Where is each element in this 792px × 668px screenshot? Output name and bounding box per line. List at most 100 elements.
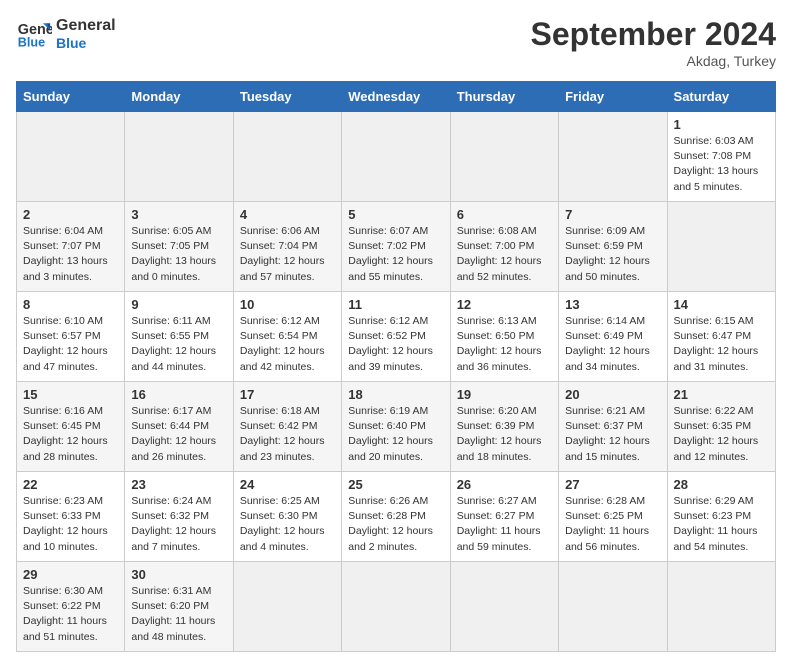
calendar-cell: 12 Sunrise: 6:13 AMSunset: 6:50 PMDayligh… [450, 292, 558, 382]
calendar-cell [450, 112, 558, 202]
calendar-cell: 13Sunrise: 6:14 AMSunset: 6:49 PMDayligh… [559, 292, 667, 382]
calendar-cell: 22Sunrise: 6:23 AMSunset: 6:33 PMDayligh… [17, 472, 125, 562]
calendar-cell: 25 Sunrise: 6:26 AMSunset: 6:28 PMDayligh… [342, 472, 450, 562]
day-number: 21 [674, 387, 769, 402]
day-number: 3 [131, 207, 226, 222]
calendar-cell: 16 Sunrise: 6:17 AMSunset: 6:44 PMDayligh… [125, 382, 233, 472]
day-info: Sunrise: 6:26 AMSunset: 6:28 PMDaylight:… [348, 494, 443, 555]
calendar-cell: 26 Sunrise: 6:27 AMSunset: 6:27 PMDayligh… [450, 472, 558, 562]
calendar-cell: 14 Sunrise: 6:15 AMSunset: 6:47 PMDayligh… [667, 292, 775, 382]
month-title: September 2024 [531, 16, 776, 53]
day-number: 14 [674, 297, 769, 312]
day-info: Sunrise: 6:05 AMSunset: 7:05 PMDaylight:… [131, 224, 226, 285]
day-number: 9 [131, 297, 226, 312]
day-info: Sunrise: 6:28 AMSunset: 6:25 PMDaylight:… [565, 494, 660, 555]
calendar-cell: 29 Sunrise: 6:30 AMSunset: 6:22 PMDayligh… [17, 562, 125, 652]
day-number: 26 [457, 477, 552, 492]
day-info: Sunrise: 6:12 AMSunset: 6:52 PMDaylight:… [348, 314, 443, 375]
day-number: 23 [131, 477, 226, 492]
week-row-5: 22Sunrise: 6:23 AMSunset: 6:33 PMDayligh… [17, 472, 776, 562]
title-area: September 2024 Akdag, Turkey [531, 16, 776, 69]
calendar-cell [559, 562, 667, 652]
day-number: 10 [240, 297, 335, 312]
calendar-cell [233, 112, 341, 202]
day-number: 11 [348, 297, 443, 312]
calendar-cell: 30 Sunrise: 6:31 AMSunset: 6:20 PMDayligh… [125, 562, 233, 652]
day-info: Sunrise: 6:06 AMSunset: 7:04 PMDaylight:… [240, 224, 335, 285]
svg-text:Blue: Blue [18, 36, 45, 50]
header: General Blue General Blue September 2024… [16, 16, 776, 69]
day-info: Sunrise: 6:17 AMSunset: 6:44 PMDaylight:… [131, 404, 226, 465]
day-number: 1 [674, 117, 769, 132]
calendar-cell: 1 Sunrise: 6:03 AMSunset: 7:08 PMDaylight… [667, 112, 775, 202]
week-row-4: 15 Sunrise: 6:16 AMSunset: 6:45 PMDayligh… [17, 382, 776, 472]
day-number: 25 [348, 477, 443, 492]
calendar-cell: 15 Sunrise: 6:16 AMSunset: 6:45 PMDayligh… [17, 382, 125, 472]
col-header-saturday: Saturday [667, 82, 775, 112]
day-number: 4 [240, 207, 335, 222]
day-info: Sunrise: 6:29 AMSunset: 6:23 PMDaylight:… [674, 494, 769, 555]
calendar-cell: 18 Sunrise: 6:19 AMSunset: 6:40 PMDayligh… [342, 382, 450, 472]
calendar-cell: 11 Sunrise: 6:12 AMSunset: 6:52 PMDayligh… [342, 292, 450, 382]
day-info: Sunrise: 6:09 AMSunset: 6:59 PMDaylight:… [565, 224, 660, 285]
week-row-3: 8 Sunrise: 6:10 AMSunset: 6:57 PMDaylight… [17, 292, 776, 382]
calendar-cell: 23 Sunrise: 6:24 AMSunset: 6:32 PMDayligh… [125, 472, 233, 562]
day-info: Sunrise: 6:18 AMSunset: 6:42 PMDaylight:… [240, 404, 335, 465]
day-number: 22 [23, 477, 118, 492]
logo-blue: Blue [56, 35, 116, 52]
day-number: 17 [240, 387, 335, 402]
day-info: Sunrise: 6:31 AMSunset: 6:20 PMDaylight:… [131, 584, 226, 645]
header-row: SundayMondayTuesdayWednesdayThursdayFrid… [17, 82, 776, 112]
day-number: 28 [674, 477, 769, 492]
day-info: Sunrise: 6:07 AMSunset: 7:02 PMDaylight:… [348, 224, 443, 285]
logo: General Blue General Blue [16, 16, 116, 52]
day-info: Sunrise: 6:21 AMSunset: 6:37 PMDaylight:… [565, 404, 660, 465]
col-header-tuesday: Tuesday [233, 82, 341, 112]
day-number: 30 [131, 567, 226, 582]
day-number: 2 [23, 207, 118, 222]
week-row-6: 29 Sunrise: 6:30 AMSunset: 6:22 PMDayligh… [17, 562, 776, 652]
day-number: 8 [23, 297, 118, 312]
day-number: 18 [348, 387, 443, 402]
day-info: Sunrise: 6:04 AMSunset: 7:07 PMDaylight:… [23, 224, 118, 285]
day-info: Sunrise: 6:16 AMSunset: 6:45 PMDaylight:… [23, 404, 118, 465]
col-header-monday: Monday [125, 82, 233, 112]
calendar-cell: 2 Sunrise: 6:04 AMSunset: 7:07 PMDaylight… [17, 202, 125, 292]
calendar-cell: 28 Sunrise: 6:29 AMSunset: 6:23 PMDayligh… [667, 472, 775, 562]
day-info: Sunrise: 6:10 AMSunset: 6:57 PMDaylight:… [23, 314, 118, 375]
location: Akdag, Turkey [531, 53, 776, 69]
calendar-table: SundayMondayTuesdayWednesdayThursdayFrid… [16, 81, 776, 652]
day-info: Sunrise: 6:15 AMSunset: 6:47 PMDaylight:… [674, 314, 769, 375]
calendar-cell [450, 562, 558, 652]
calendar-cell: 4 Sunrise: 6:06 AMSunset: 7:04 PMDaylight… [233, 202, 341, 292]
calendar-cell: 27Sunrise: 6:28 AMSunset: 6:25 PMDayligh… [559, 472, 667, 562]
calendar-cell [667, 202, 775, 292]
day-number: 29 [23, 567, 118, 582]
col-header-wednesday: Wednesday [342, 82, 450, 112]
day-info: Sunrise: 6:19 AMSunset: 6:40 PMDaylight:… [348, 404, 443, 465]
day-info: Sunrise: 6:20 AMSunset: 6:39 PMDaylight:… [457, 404, 552, 465]
day-number: 16 [131, 387, 226, 402]
calendar-cell: 24 Sunrise: 6:25 AMSunset: 6:30 PMDayligh… [233, 472, 341, 562]
day-info: Sunrise: 6:24 AMSunset: 6:32 PMDaylight:… [131, 494, 226, 555]
day-info: Sunrise: 6:12 AMSunset: 6:54 PMDaylight:… [240, 314, 335, 375]
calendar-cell [342, 562, 450, 652]
calendar-cell: 8 Sunrise: 6:10 AMSunset: 6:57 PMDaylight… [17, 292, 125, 382]
day-info: Sunrise: 6:08 AMSunset: 7:00 PMDaylight:… [457, 224, 552, 285]
col-header-thursday: Thursday [450, 82, 558, 112]
day-info: Sunrise: 6:13 AMSunset: 6:50 PMDaylight:… [457, 314, 552, 375]
calendar-cell: 19 Sunrise: 6:20 AMSunset: 6:39 PMDayligh… [450, 382, 558, 472]
day-info: Sunrise: 6:25 AMSunset: 6:30 PMDaylight:… [240, 494, 335, 555]
day-number: 24 [240, 477, 335, 492]
day-info: Sunrise: 6:27 AMSunset: 6:27 PMDaylight:… [457, 494, 552, 555]
calendar-cell [233, 562, 341, 652]
day-info: Sunrise: 6:30 AMSunset: 6:22 PMDaylight:… [23, 584, 118, 645]
day-info: Sunrise: 6:03 AMSunset: 7:08 PMDaylight:… [674, 134, 769, 195]
logo-icon: General Blue [16, 16, 52, 52]
calendar-cell: 6Sunrise: 6:08 AMSunset: 7:00 PMDaylight… [450, 202, 558, 292]
col-header-friday: Friday [559, 82, 667, 112]
col-header-sunday: Sunday [17, 82, 125, 112]
day-number: 19 [457, 387, 552, 402]
day-number: 12 [457, 297, 552, 312]
day-number: 15 [23, 387, 118, 402]
